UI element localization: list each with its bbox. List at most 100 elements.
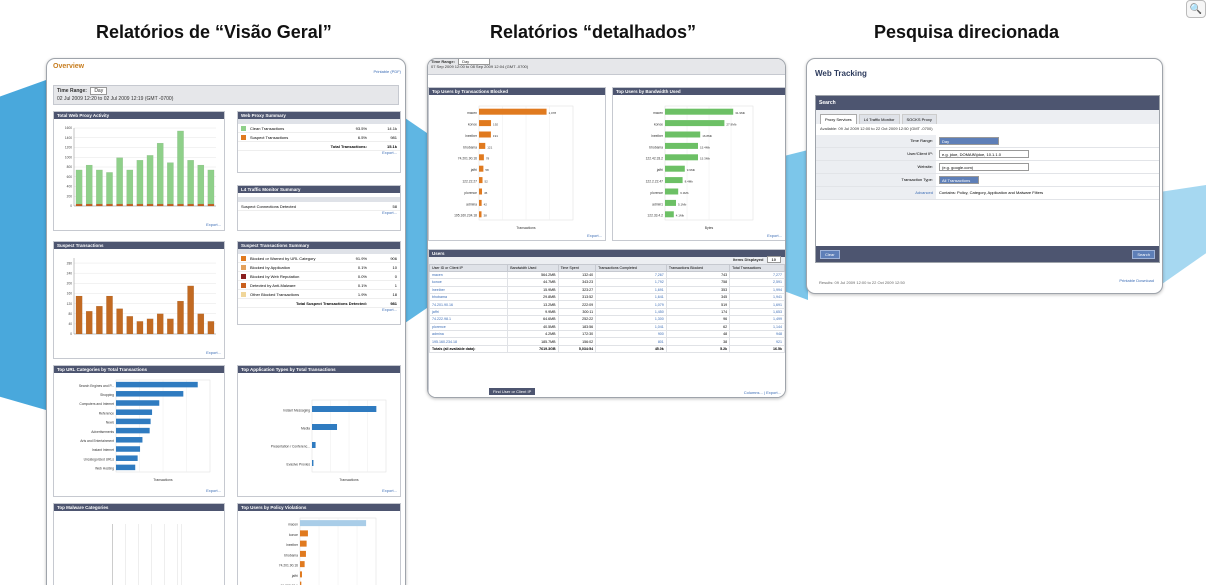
user-link[interactable]: bhobama	[428, 292, 509, 302]
bar	[146, 318, 154, 335]
export-link[interactable]: Export...	[206, 488, 221, 494]
legend-swatch	[241, 264, 246, 270]
tick-label: 160	[67, 292, 73, 296]
search-icon[interactable]: 🔍	[1186, 0, 1206, 18]
legend-row: Blocked or Warned by URL Category 91.9% 90…	[238, 254, 400, 263]
category-label: Search Engines and P...	[79, 384, 114, 388]
web-proxy-activity-chart: 0 200 400 600 800 1000 1200 1400 1600	[65, 126, 216, 208]
user-link[interactable]: lneeiber	[428, 285, 509, 294]
tick-label: 0	[70, 332, 72, 336]
category-label: konoe	[289, 533, 298, 537]
tab-proxy-services[interactable]: Proxy Services	[820, 114, 857, 124]
bar	[116, 400, 160, 406]
items-displayed-select[interactable]: 10	[766, 256, 781, 263]
data-label: 4.1Mb	[676, 214, 685, 218]
category-label: lneeiber	[286, 543, 299, 547]
row-value: 18	[392, 291, 397, 297]
search-button[interactable]: Search	[1132, 250, 1155, 259]
section-title: Suspect Transactions Summary	[238, 242, 400, 249]
bar	[479, 142, 486, 149]
user-link[interactable]: jaffri	[428, 307, 509, 317]
clear-button[interactable]: Clear	[820, 250, 840, 259]
web-proxy-summary-box: Web Proxy Summary Clean Transactions 93.…	[237, 111, 401, 173]
heading-overview-reports: Relatórios de “Visão Geral”	[96, 22, 332, 42]
user-link[interactable]: 74.222.98.1	[428, 315, 509, 324]
tick-label: 40	[68, 322, 72, 326]
bar	[187, 285, 194, 335]
form-input[interactable]: Day	[939, 136, 999, 145]
export-link[interactable]: Export...	[238, 150, 400, 156]
user-link[interactable]: macen	[428, 270, 509, 280]
decorative-ribbon	[0, 80, 46, 410]
bar	[312, 460, 314, 466]
category-label: konoe	[468, 123, 477, 127]
form-row: Time Range: Day	[816, 134, 1159, 148]
table-cell: 252:22	[557, 315, 597, 324]
category-label: plorence	[650, 191, 663, 195]
category-label: lneeiber	[465, 134, 478, 138]
bar	[479, 199, 482, 206]
bar	[156, 313, 164, 335]
printable-link[interactable]: Printable (PDF)	[373, 69, 401, 74]
form-footer: Clear Search	[816, 246, 1159, 262]
form-input[interactable]: (e.g. google.com)	[939, 162, 1029, 171]
export-link[interactable]: Export...	[382, 488, 397, 494]
table-cell: 4.2MB	[507, 329, 559, 339]
column-header[interactable]: Bandwidth Used	[507, 263, 559, 272]
user-link[interactable]: plorence	[428, 322, 509, 331]
bar	[665, 120, 725, 127]
date-range-text: 02 Jul 2009 12:20 to 02 Jul 2009 12:19 (…	[57, 96, 174, 102]
category-label: 122.33.4.2	[647, 214, 663, 218]
heading-detailed-reports: Relatórios “detalhados”	[490, 22, 697, 42]
export-link[interactable]: Export...	[238, 210, 400, 216]
tick-label: 1400	[65, 136, 72, 140]
legend-row-suspect: Suspect Transactions 6.5% 981	[238, 133, 400, 142]
column-header[interactable]: Time Spent	[557, 263, 597, 272]
user-link[interactable]: 195.160.234.18	[428, 337, 509, 346]
user-link[interactable]: 74.201.90.16	[428, 300, 509, 309]
columns-export-link[interactable]: Columns... | Export...	[744, 390, 781, 395]
table-cell: 900	[595, 329, 667, 339]
user-link[interactable]: konoe	[428, 278, 509, 287]
table-cell: 1,041	[595, 322, 667, 331]
column-header[interactable]: User ID or Client IP	[428, 263, 509, 272]
bar	[116, 391, 184, 397]
export-link[interactable]: Export...	[206, 350, 221, 356]
availability-text: Available: 09 Jul 2009 12:00 to 22 Oct 2…	[820, 126, 933, 131]
column-header[interactable]: Total Transactions	[729, 263, 785, 272]
tick-label: 1600	[65, 126, 72, 130]
bar	[665, 188, 679, 195]
bar	[312, 442, 316, 448]
export-link[interactable]: Export...	[206, 222, 221, 228]
form-input[interactable]: e.g. jdoe, DOMAIN\jdoe, 10.1.1.0	[939, 149, 1029, 158]
export-link[interactable]: Export...	[767, 233, 782, 239]
empty-chart-grid	[112, 524, 182, 585]
bar	[167, 162, 174, 205]
user-link[interactable]: admina	[428, 329, 509, 339]
row-value: 14.1k	[387, 125, 397, 131]
export-link[interactable]: Export...	[587, 233, 602, 239]
bar	[479, 108, 547, 115]
table-row: konoe 44.7MB 343:23 1,792 758 2,591	[428, 278, 785, 287]
find-user-button[interactable]: Find User or Client IP	[489, 388, 536, 395]
export-link[interactable]: Export...	[238, 307, 400, 313]
tab-socks-proxy[interactable]: SOCKS Proxy	[901, 114, 937, 124]
bar	[300, 561, 305, 568]
form-label[interactable]: Advanced	[816, 186, 936, 199]
bar	[116, 464, 136, 471]
top-users-policy-chart: macen konoe lneeiber bhobama 74.201.90.16 jaf…	[279, 517, 377, 585]
legend-swatch	[241, 255, 246, 261]
bar	[106, 172, 113, 205]
tab-l4-traffic-monitor[interactable]: L4 Traffic Monitor	[858, 114, 900, 124]
column-header[interactable]: Transactions Completed	[595, 263, 667, 272]
form-input[interactable]: All Transactions	[939, 175, 979, 184]
bar	[665, 108, 734, 115]
column-header[interactable]: Transactions Blocked	[665, 263, 731, 272]
table-cell: 1,691	[595, 285, 667, 294]
bar	[116, 381, 198, 388]
time-range-select[interactable]: Day	[90, 87, 108, 95]
table-cell: 13.2MB	[507, 300, 559, 309]
printable-download-link[interactable]: Printable Download	[1119, 278, 1154, 284]
row-value: 1	[394, 282, 397, 288]
tick-label: 240	[67, 271, 73, 275]
